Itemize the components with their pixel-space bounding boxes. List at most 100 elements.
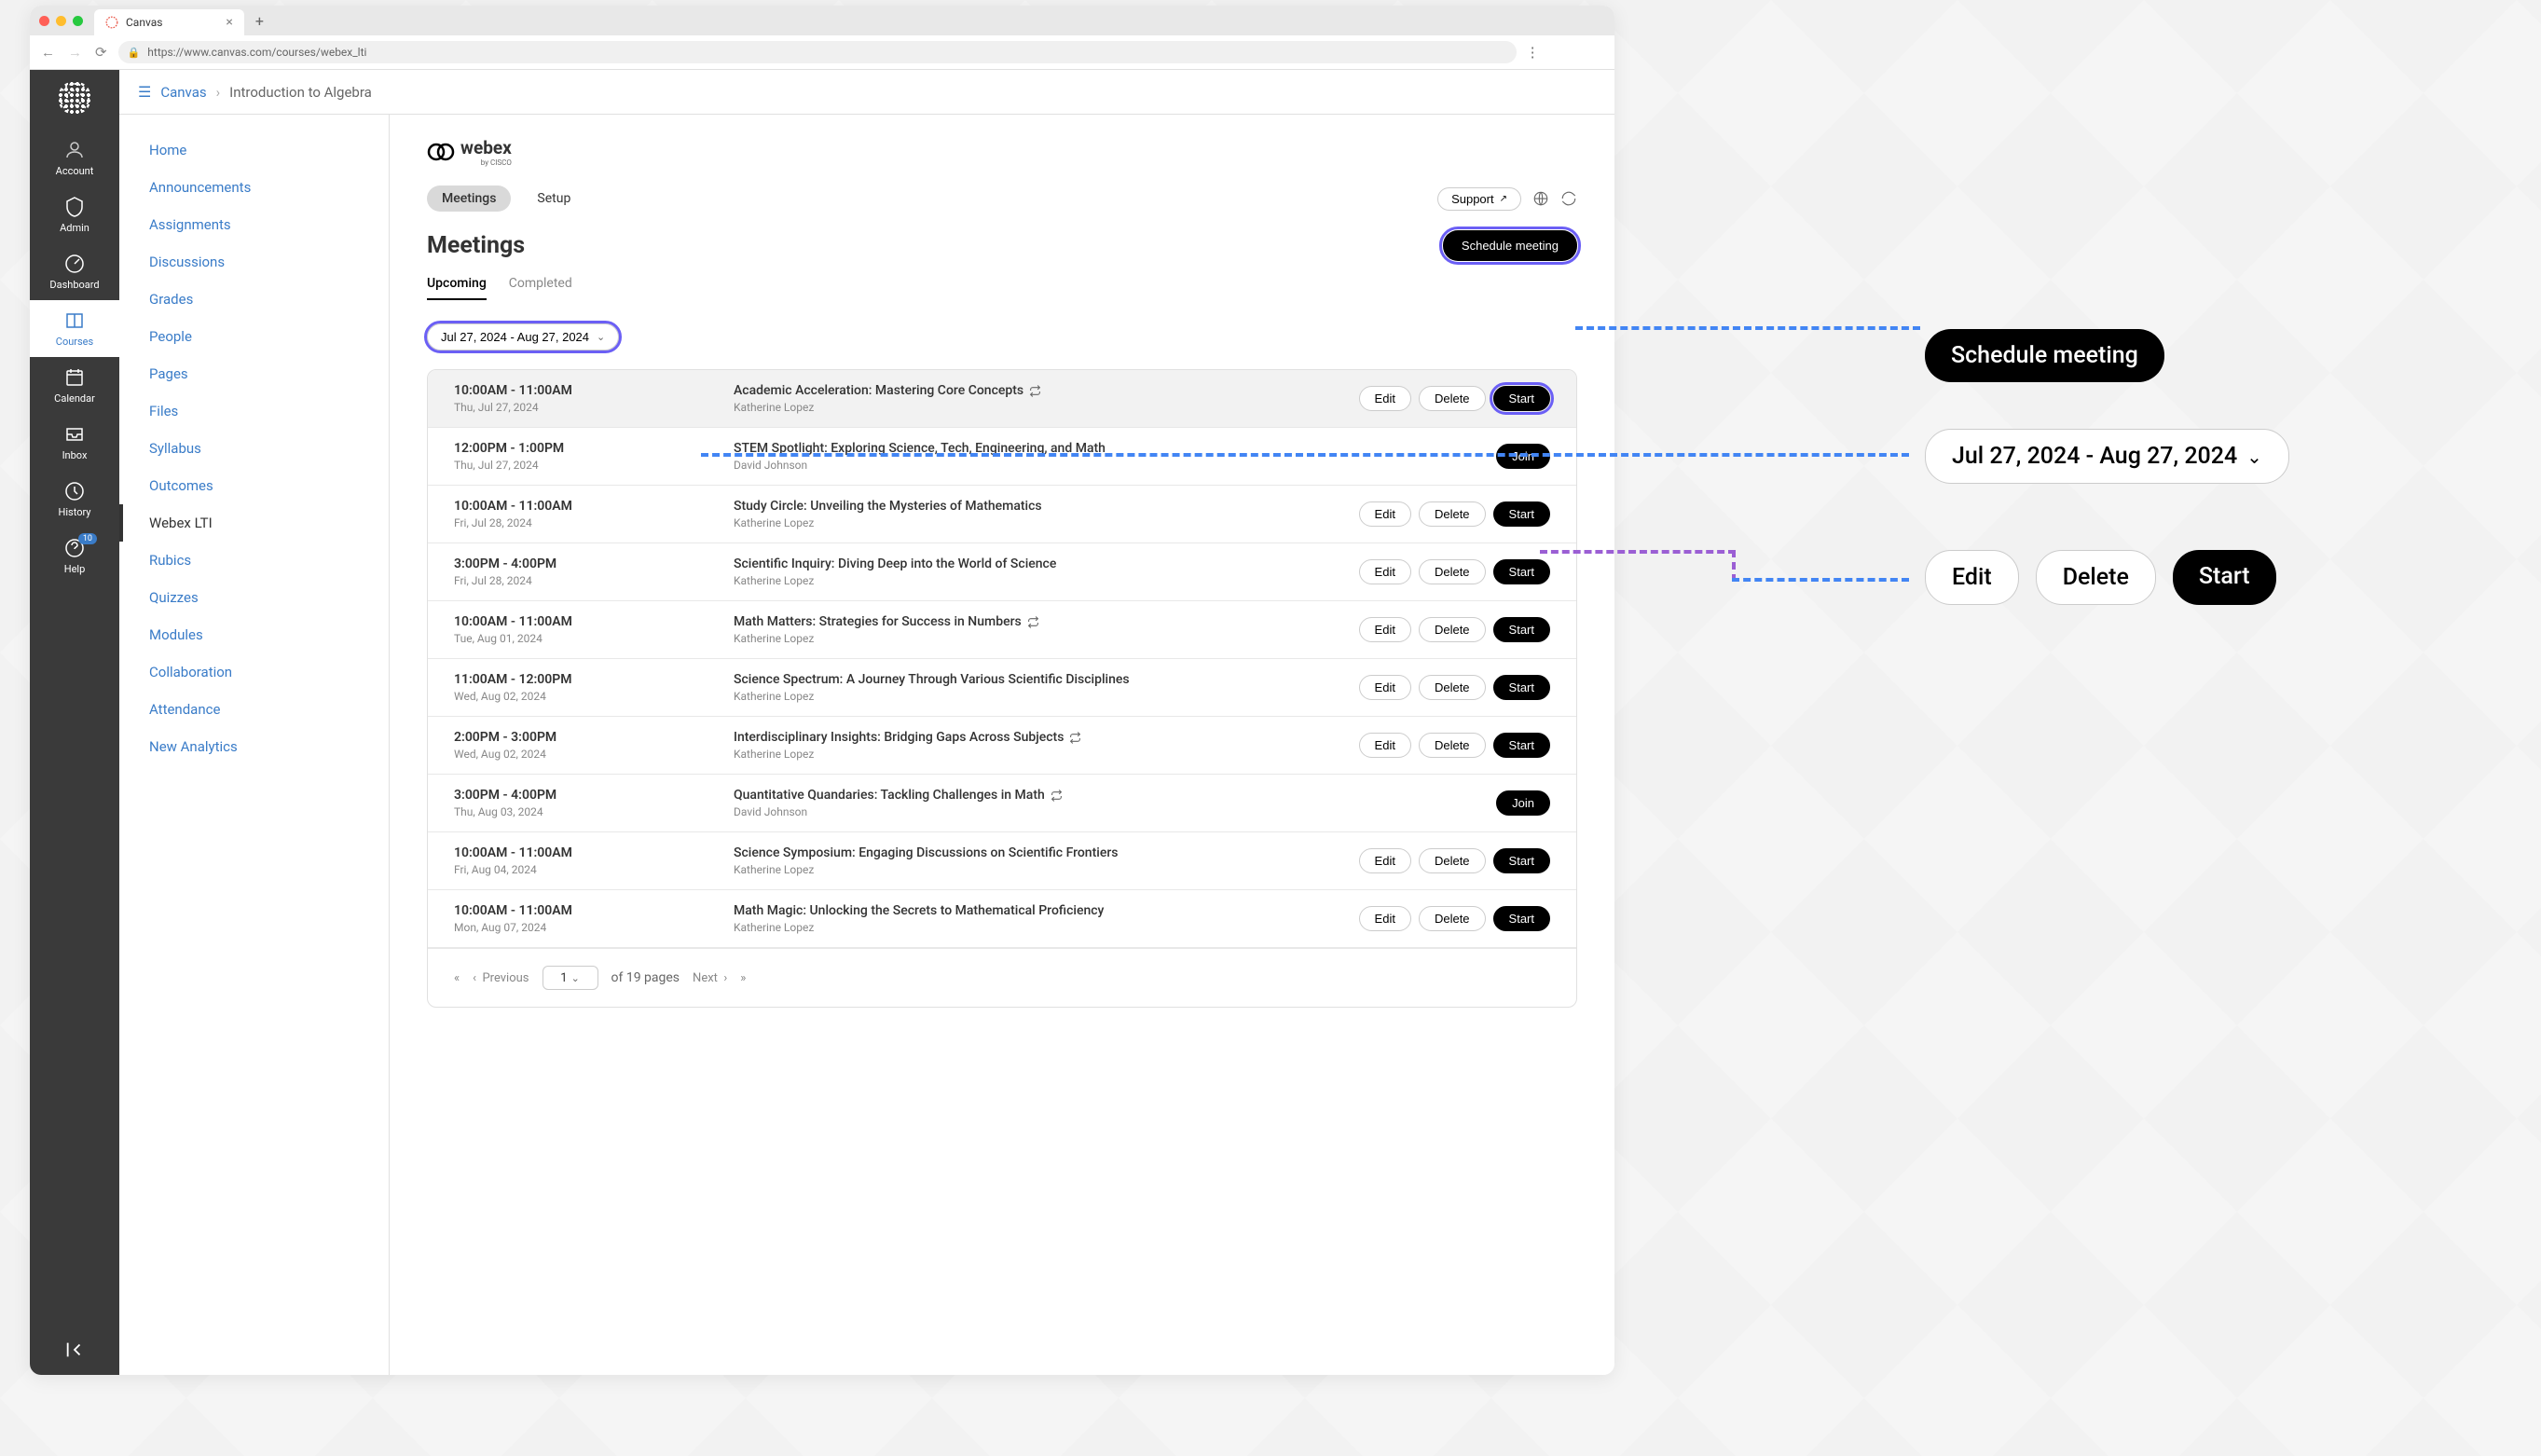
url-field[interactable]: 🔒 https://www.canvas.com/courses/webex_l… — [118, 41, 1517, 63]
tab-meetings[interactable]: Meetings — [427, 185, 511, 212]
edit-button[interactable]: Edit — [1359, 501, 1411, 527]
delete-button[interactable]: Delete — [1419, 848, 1486, 873]
meeting-actions: Edit Delete Start — [1359, 501, 1550, 527]
start-button[interactable]: Start — [1493, 906, 1550, 931]
minimize-window-btn[interactable] — [56, 16, 66, 26]
close-window-btn[interactable] — [39, 16, 49, 26]
start-button[interactable]: Start — [1493, 675, 1550, 700]
meeting-time-range: 10:00AM - 11:00AM — [454, 499, 734, 514]
global-nav-help[interactable]: 10 Help — [30, 528, 119, 584]
date-range-label: Jul 27, 2024 - Aug 27, 2024 — [441, 330, 589, 344]
first-page-btn[interactable]: « — [454, 971, 460, 985]
course-nav-item-modules[interactable]: Modules — [119, 616, 389, 653]
global-nav-admin[interactable]: Admin — [30, 186, 119, 243]
course-nav-item-announcements[interactable]: Announcements — [119, 169, 389, 206]
subtab-upcoming[interactable]: Upcoming — [427, 276, 487, 300]
meeting-row: 3:00PM - 4:00PM Thu, Aug 03, 2024 Quanti… — [428, 775, 1576, 832]
schedule-meeting-button[interactable]: Schedule meeting — [1443, 230, 1577, 261]
start-button[interactable]: Start — [1493, 559, 1550, 584]
last-page-btn[interactable]: » — [740, 971, 746, 985]
new-tab-btn[interactable]: + — [255, 12, 264, 30]
meeting-actions: Edit Delete Start — [1359, 617, 1550, 642]
breadcrumb-root[interactable]: Canvas — [160, 84, 206, 101]
edit-button[interactable]: Edit — [1359, 675, 1411, 700]
external-link-icon: ↗ — [1500, 194, 1507, 204]
delete-button[interactable]: Delete — [1419, 617, 1486, 642]
course-nav-item-discussions[interactable]: Discussions — [119, 243, 389, 281]
edit-button[interactable]: Edit — [1359, 386, 1411, 411]
global-nav-label: Dashboard — [49, 279, 99, 291]
close-tab-icon[interactable]: × — [226, 15, 232, 30]
back-btn[interactable]: ← — [39, 42, 57, 62]
page-input[interactable]: 1 ⌄ — [543, 966, 598, 990]
global-nav-dashboard[interactable]: Dashboard — [30, 243, 119, 300]
of-pages-label: of 19 pages — [611, 970, 680, 985]
canvas-favicon — [105, 16, 118, 29]
course-nav-item-syllabus[interactable]: Syllabus — [119, 430, 389, 467]
history-icon — [63, 480, 86, 502]
global-nav-calendar[interactable]: Calendar — [30, 357, 119, 414]
course-nav-item-outcomes[interactable]: Outcomes — [119, 467, 389, 504]
edit-button[interactable]: Edit — [1359, 906, 1411, 931]
course-nav-item-collaboration[interactable]: Collaboration — [119, 653, 389, 691]
edit-button[interactable]: Edit — [1359, 848, 1411, 873]
next-page-btn[interactable]: Next › — [693, 971, 727, 985]
delete-button[interactable]: Delete — [1419, 906, 1486, 931]
delete-button[interactable]: Delete — [1419, 675, 1486, 700]
meeting-time-range: 10:00AM - 11:00AM — [454, 845, 734, 860]
edit-button[interactable]: Edit — [1359, 733, 1411, 758]
course-nav-item-quizzes[interactable]: Quizzes — [119, 579, 389, 616]
maximize-window-btn[interactable] — [73, 16, 83, 26]
browser-tab[interactable]: Canvas × — [94, 9, 244, 35]
global-nav-account[interactable]: Account — [30, 130, 119, 186]
breadcrumb-sep-icon: › — [216, 84, 221, 101]
globe-icon[interactable] — [1532, 190, 1549, 207]
global-nav-courses[interactable]: Courses — [30, 300, 119, 357]
delete-button[interactable]: Delete — [1419, 501, 1486, 527]
start-button[interactable]: Start — [1493, 733, 1550, 758]
canvas-logo-icon[interactable] — [58, 81, 91, 115]
join-button[interactable]: Join — [1496, 790, 1550, 816]
global-nav-label: Calendar — [54, 392, 95, 405]
meeting-title: Math Matters: Strategies for Success in … — [734, 614, 1359, 629]
course-nav-item-people[interactable]: People — [119, 318, 389, 355]
start-button[interactable]: Start — [1493, 617, 1550, 642]
start-button[interactable]: Start — [1493, 848, 1550, 873]
global-nav-history[interactable]: History — [30, 471, 119, 528]
course-nav-item-webex-lti[interactable]: Webex LTI — [119, 504, 389, 542]
global-nav-label: Admin — [60, 222, 89, 234]
lock-icon: 🔒 — [128, 47, 141, 59]
browser-more-btn[interactable]: ⋮ — [1526, 44, 1540, 61]
course-nav-item-pages[interactable]: Pages — [119, 355, 389, 392]
course-nav-item-rubics[interactable]: Rubics — [119, 542, 389, 579]
support-link[interactable]: Support ↗ — [1437, 187, 1521, 211]
start-button[interactable]: Start — [1493, 386, 1550, 411]
meeting-host: David Johnson — [734, 805, 1496, 818]
course-nav-item-assignments[interactable]: Assignments — [119, 206, 389, 243]
course-nav-item-grades[interactable]: Grades — [119, 281, 389, 318]
course-nav-item-files[interactable]: Files — [119, 392, 389, 430]
course-nav-item-new-analytics[interactable]: New Analytics — [119, 728, 389, 765]
subtab-completed[interactable]: Completed — [509, 276, 572, 300]
global-nav-label: Account — [56, 165, 94, 177]
meeting-date: Wed, Aug 02, 2024 — [454, 748, 734, 761]
course-nav-item-attendance[interactable]: Attendance — [119, 691, 389, 728]
meeting-date: Thu, Jul 27, 2024 — [454, 459, 734, 472]
global-nav-inbox[interactable]: Inbox — [30, 414, 119, 471]
tab-setup[interactable]: Setup — [522, 185, 585, 212]
sync-icon[interactable] — [1560, 190, 1577, 207]
collapse-nav-btn[interactable] — [49, 1325, 100, 1375]
delete-button[interactable]: Delete — [1419, 386, 1486, 411]
reload-btn[interactable]: ⟳ — [93, 42, 109, 62]
delete-button[interactable]: Delete — [1419, 733, 1486, 758]
forward-btn[interactable]: → — [66, 42, 84, 62]
course-nav-item-home[interactable]: Home — [119, 131, 389, 169]
start-button[interactable]: Start — [1493, 501, 1550, 527]
hamburger-icon[interactable]: ☰ — [138, 83, 151, 101]
edit-button[interactable]: Edit — [1359, 617, 1411, 642]
edit-button[interactable]: Edit — [1359, 559, 1411, 584]
delete-button[interactable]: Delete — [1419, 559, 1486, 584]
meeting-actions: Join — [1496, 790, 1550, 816]
date-range-picker[interactable]: Jul 27, 2024 - Aug 27, 2024 ⌄ — [427, 323, 619, 350]
prev-page-btn[interactable]: ‹ Previous — [473, 971, 529, 985]
